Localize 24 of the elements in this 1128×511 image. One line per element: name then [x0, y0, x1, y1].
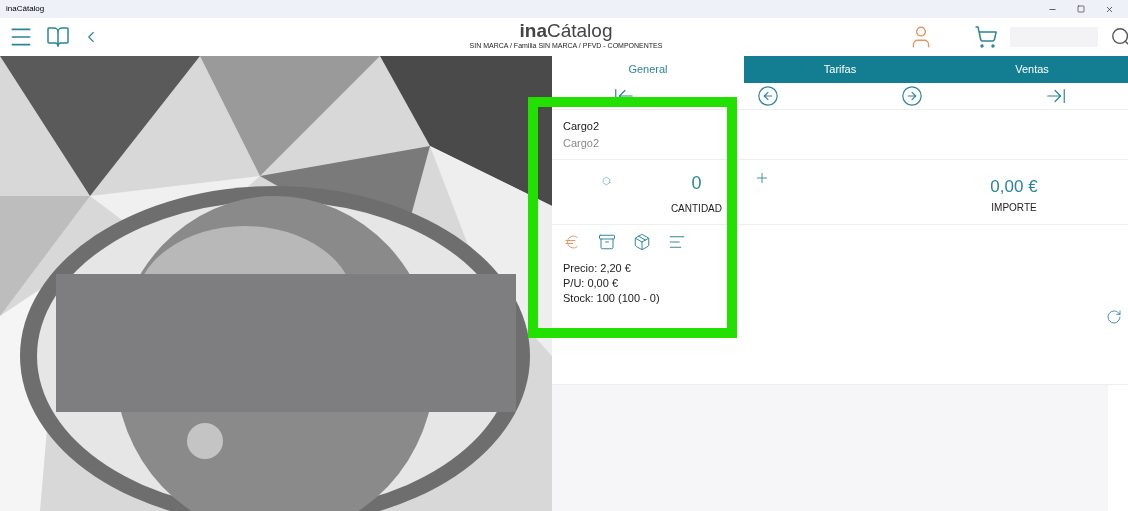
box-icon[interactable] [633, 233, 651, 251]
detail-line: Stock: 100 (100 - 0) [563, 291, 661, 306]
quantity-value: 0 [691, 172, 702, 195]
item-subtitle: Cargo2 [563, 135, 601, 151]
next-icon[interactable] [901, 85, 923, 107]
app-logo: inaCátalog [519, 21, 613, 41]
drawer-icon[interactable] [598, 233, 616, 251]
price-icon[interactable] [563, 233, 581, 251]
close-icon[interactable] [1105, 4, 1114, 14]
tab[interactable]: Tarifas [744, 56, 936, 83]
detail-line: Precio: 2,20 € [563, 261, 632, 276]
maximize-icon[interactable] [1077, 5, 1085, 13]
tab[interactable]: Ventas [936, 56, 1128, 83]
window-title: inaCátalog [6, 3, 45, 15]
refresh-icon[interactable] [1106, 309, 1122, 325]
quantity-label: CANTIDAD [670, 202, 722, 216]
book-icon[interactable] [46, 25, 70, 49]
item-name: Cargo2 [563, 119, 601, 134]
amount-label: IMPORTE [991, 200, 1037, 215]
detail-line: P/U: 0,00 € [563, 276, 620, 291]
amount-value: 0,00 € [990, 176, 1038, 198]
description-icon[interactable] [668, 233, 686, 251]
previous-icon[interactable] [757, 85, 779, 107]
cart-icon[interactable] [974, 25, 998, 49]
